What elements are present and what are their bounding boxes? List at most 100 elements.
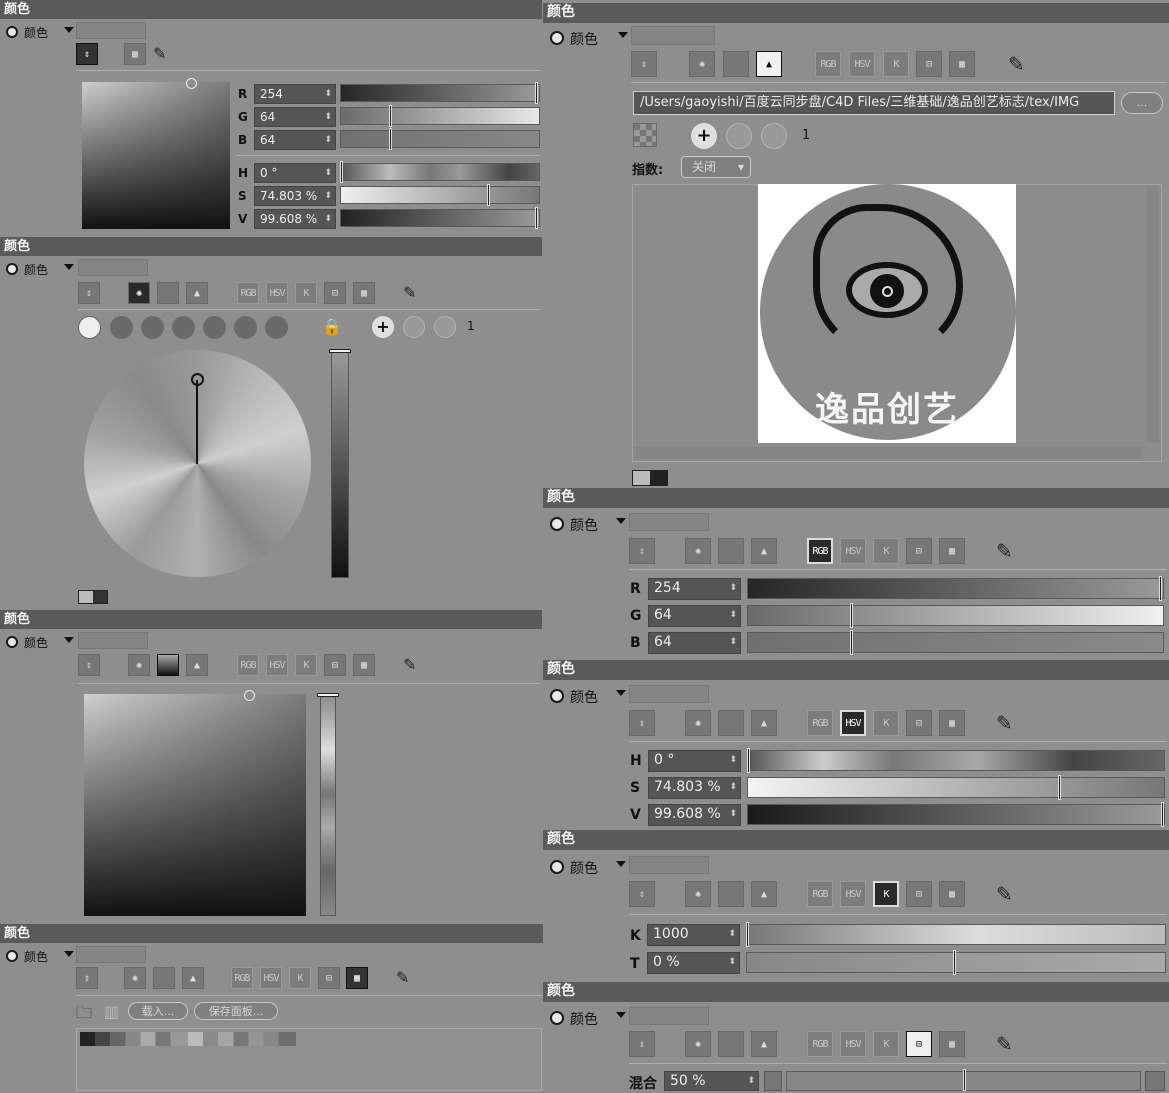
expand-icon[interactable]: ⇕ [629,1031,655,1057]
v-slider[interactable] [747,804,1165,825]
image-icon[interactable]: ▲ [751,1031,777,1057]
color-spectrum-square[interactable] [82,82,230,229]
color-radio[interactable] [6,26,18,38]
mixer-icon[interactable]: ⊟ [324,654,346,676]
reset-icon[interactable] [434,316,456,338]
mixer-icon[interactable]: ⊟ [906,1031,932,1057]
expand-icon[interactable]: ⇕ [76,43,98,65]
stepper-icon[interactable]: ⬍ [728,925,736,943]
image-horizontal-scrollbar[interactable] [635,447,1141,459]
stepper-icon[interactable]: ⬍ [324,108,332,126]
color-dropdown-arrow[interactable] [64,27,74,33]
v-slider-handle[interactable] [535,207,538,229]
stepper-icon[interactable]: ⬍ [324,85,332,103]
color-dropdown-arrow[interactable] [616,518,626,524]
image-icon[interactable]: ▲ [751,538,777,564]
color-radio[interactable] [550,860,564,874]
s-slider-handle[interactable] [487,184,490,206]
r-slider-handle[interactable] [1159,576,1162,601]
swatch-grid-icon[interactable]: ▦ [939,881,965,907]
r-slider-handle[interactable] [535,82,538,104]
color-dropdown-arrow[interactable] [616,1012,626,1018]
image-icon[interactable]: ▲ [751,710,777,736]
spectrum-icon[interactable] [718,538,744,564]
lock-icon[interactable]: 🔒 [322,317,342,336]
kelvin-button[interactable]: K [873,881,899,907]
b-slider[interactable] [747,632,1164,653]
mixer-icon[interactable]: ⊟ [906,881,932,907]
hsv-button[interactable]: HSV [840,710,866,736]
stepper-icon[interactable]: ⬍ [324,131,332,149]
save-palette-button[interactable]: 保存面板... [194,1002,278,1020]
v-input[interactable]: 99.608 % ⬍ [254,209,336,229]
spectrum-icon[interactable] [157,282,179,304]
kelvin-button[interactable]: K [289,967,311,989]
remove-icon[interactable] [403,316,425,338]
image-vertical-scrollbar[interactable] [1147,186,1159,442]
v-input[interactable]: 99.608 % ⬍ [648,804,741,826]
stepper-icon[interactable]: ⬍ [324,164,332,182]
swatch-grid-icon[interactable]: ▦ [346,967,368,989]
t-slider-handle[interactable] [953,950,956,975]
new-folder-icon[interactable]: 🗀 [76,1002,92,1029]
eyedropper-icon[interactable]: ✎ [1008,52,1025,76]
image-icon[interactable]: ▲ [751,881,777,907]
swatch-grid-icon[interactable]: ▦ [949,51,975,77]
g-slider-handle[interactable] [389,105,392,127]
spectrum-icon[interactable] [157,654,179,676]
b-slider-handle[interactable] [850,630,853,655]
kelvin-button[interactable]: K [873,710,899,736]
k-input[interactable]: 1000 ⬍ [647,924,740,946]
g-slider[interactable] [340,107,540,125]
stepper-icon[interactable]: ⬍ [747,1072,755,1090]
harmony-custom-icon[interactable] [265,316,288,339]
color-wheel-icon[interactable]: ✺ [685,881,711,907]
r-slider[interactable] [340,84,540,102]
v-slider-handle[interactable] [1161,802,1164,827]
color-swatch[interactable] [78,259,148,276]
h-slider-handle[interactable] [340,161,343,183]
swatch-grid-icon[interactable]: ▦ [939,1031,965,1057]
color-wheel-icon[interactable]: ✺ [128,282,150,304]
color-swatch[interactable] [629,1007,709,1025]
expand-icon[interactable]: ⇕ [76,967,98,989]
b-slider-handle[interactable] [389,128,392,150]
mix-slider-handle[interactable] [963,1069,966,1091]
stepper-icon[interactable]: ⬍ [729,751,737,769]
color-spectrum-square[interactable] [84,694,306,916]
k-slider-handle[interactable] [746,922,749,947]
stepper-icon[interactable]: ⬍ [729,606,737,624]
color-wheel-icon[interactable]: ✺ [124,967,146,989]
eyedropper-icon[interactable]: ✎ [996,1032,1013,1056]
color-radio[interactable] [550,517,564,531]
color-dropdown-arrow[interactable] [64,951,74,957]
v-slider[interactable] [340,209,540,227]
hsv-button[interactable]: HSV [266,654,288,676]
mixer-icon[interactable]: ⊟ [916,51,942,77]
mix-color-b[interactable] [1145,1071,1165,1091]
expand-icon[interactable]: ⇕ [629,538,655,564]
b-input[interactable]: 64 ⬍ [254,130,336,150]
brightness-slider[interactable] [331,350,349,578]
t-slider[interactable] [746,952,1166,973]
hsv-button[interactable]: HSV [840,1031,866,1057]
r-input[interactable]: 254 ⬍ [254,84,336,104]
color-dropdown-arrow[interactable] [64,264,74,270]
image-icon[interactable]: ▲ [756,51,782,77]
h-input[interactable]: 0 ° ⬍ [648,750,741,772]
hsv-button[interactable]: HSV [840,538,866,564]
add-icon[interactable]: + [372,316,394,338]
color-wheel-icon[interactable]: ✺ [128,654,150,676]
expand-icon[interactable]: ⇕ [629,710,655,736]
swatch-grid-icon[interactable]: ▦ [353,654,375,676]
eyedropper-icon[interactable]: ✎ [996,539,1013,563]
stepper-icon[interactable]: ⬍ [324,187,332,205]
color-dropdown-arrow[interactable] [618,32,628,38]
color-swatch[interactable] [76,946,146,963]
stepper-icon[interactable]: ⬍ [729,778,737,796]
mixer-icon[interactable]: ⊟ [324,282,346,304]
image-icon[interactable]: ▲ [186,282,208,304]
add-icon[interactable]: + [691,123,717,149]
color-swatch[interactable] [629,513,709,531]
h-slider[interactable] [340,163,540,181]
